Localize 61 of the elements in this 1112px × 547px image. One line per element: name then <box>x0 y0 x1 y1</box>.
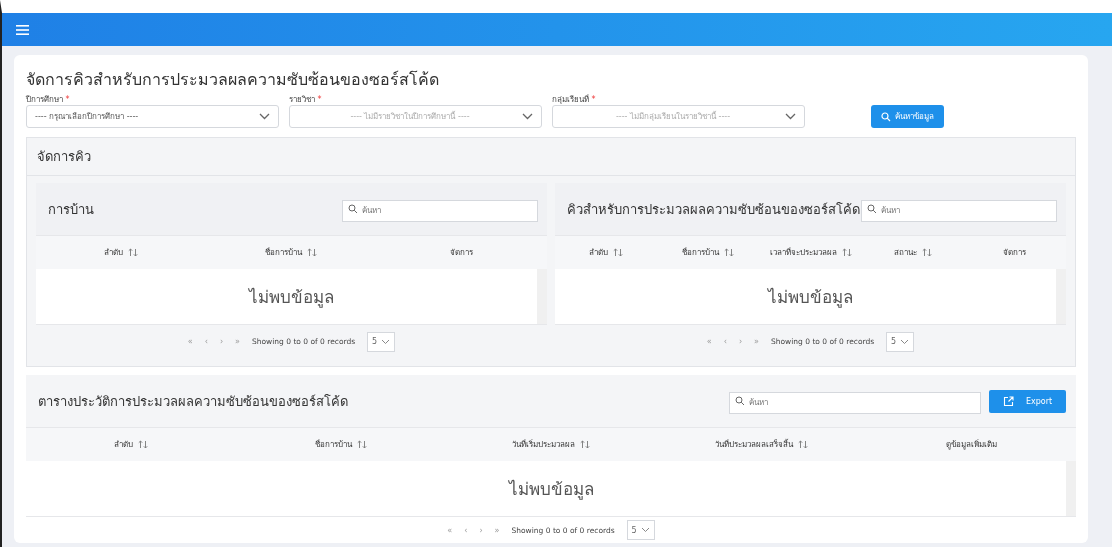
search-field[interactable]: ค้นหา <box>861 199 1057 222</box>
sort-icon[interactable] <box>921 248 932 257</box>
section-title: ตารางประวัติการประมวลผลความซับซ้อนของซอร์สโค้ด <box>38 392 349 411</box>
sort-icon[interactable] <box>841 248 852 257</box>
column-header[interactable]: จัดการ <box>450 246 474 259</box>
column-header[interactable]: ชื่อการบ้าน <box>315 438 352 451</box>
required-mark: * <box>65 95 70 104</box>
column-header[interactable]: ลำดับ <box>114 438 133 451</box>
chevron-down-icon <box>785 113 796 120</box>
field-label: กลุ่มเรียนที่ <box>552 95 589 104</box>
column-header[interactable]: ชื่อการบ้าน <box>265 246 303 259</box>
chevron-down-icon <box>381 338 391 345</box>
sort-icon[interactable] <box>613 248 624 257</box>
sort-icon[interactable] <box>724 248 735 257</box>
chevron-down-icon <box>640 527 650 533</box>
sort-icon[interactable] <box>128 248 139 257</box>
sort-icon[interactable] <box>580 440 590 449</box>
search-field[interactable]: ค้นหา <box>729 391 981 414</box>
empty-message: ไม่พบข้อมูล <box>508 478 594 502</box>
chevron-down-icon <box>900 338 910 345</box>
sort-icon[interactable] <box>357 440 367 449</box>
sort-icon[interactable] <box>307 248 318 257</box>
required-mark: * <box>317 95 322 104</box>
column-header[interactable]: ชื่อการบ้าน <box>682 246 720 259</box>
panel-title: การบ้าน <box>48 200 94 219</box>
sort-icon[interactable] <box>138 440 148 449</box>
sort-icon[interactable] <box>797 440 808 449</box>
panel-title: คิวสำหรับการประมวลผลความซับซ้อนของซอร์สโค้ด <box>567 200 860 219</box>
empty-message: ไม่พบข้อมูล <box>249 286 334 310</box>
menu-icon[interactable] <box>16 24 29 35</box>
export-button[interactable]: Export <box>989 389 1066 413</box>
search-icon <box>867 204 877 214</box>
scrollbar[interactable] <box>1066 461 1076 516</box>
column-header[interactable]: ดูข้อมูลเพิ่มเติม <box>945 438 997 451</box>
column-header[interactable]: จัดการ <box>1003 246 1027 259</box>
chevron-down-icon <box>522 113 533 120</box>
page-size-select[interactable]: 5 <box>886 331 915 352</box>
column-header[interactable]: วันที่เริ่มประมวลผล <box>512 438 575 451</box>
page-title: จัดการคิวสำหรับการประมวลผลความซับซ้อนของซอร์สโค้ด <box>26 69 440 91</box>
column-header[interactable]: สถานะ <box>893 246 917 259</box>
search-button[interactable]: ค้นหาข้อมูล <box>871 105 944 128</box>
column-header[interactable]: ลำดับ <box>104 246 124 259</box>
search-icon <box>881 111 891 122</box>
search-icon <box>735 396 745 406</box>
column-header[interactable]: วันที่ประมวลผลเสร็จสิ้น <box>714 438 793 451</box>
external-link-icon <box>1002 395 1014 407</box>
field-label: รายวิชา <box>289 95 315 104</box>
field-label: ปีการศึกษา <box>26 95 63 104</box>
search-icon <box>348 204 358 214</box>
column-header[interactable]: ลำดับ <box>589 246 609 259</box>
empty-message: ไม่พบข้อมูล <box>768 286 853 310</box>
column-header[interactable]: เวลาที่จะประมวลผล <box>769 246 837 259</box>
scrollbar[interactable] <box>1056 269 1066 324</box>
scrollbar[interactable] <box>537 269 547 324</box>
select-field[interactable]: ---- กรุณาเลือกปีการศึกษา ---- <box>26 105 279 128</box>
search-field[interactable]: ค้นหา <box>342 199 538 222</box>
chevron-down-icon <box>259 113 270 120</box>
page-size-select[interactable]: 5 <box>367 331 396 352</box>
section-title: จัดการคิว <box>37 148 91 166</box>
required-mark: * <box>591 95 596 104</box>
page-size-select[interactable]: 5 <box>626 520 655 540</box>
